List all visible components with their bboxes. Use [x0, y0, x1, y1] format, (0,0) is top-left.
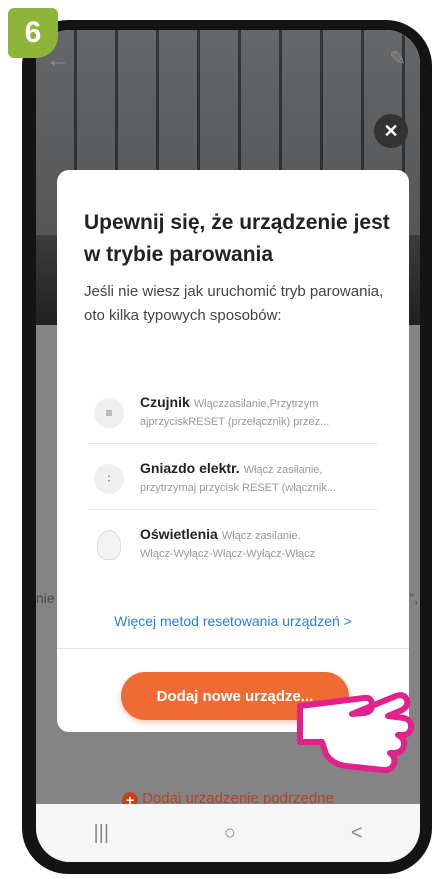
sensor-icon: ≡	[94, 398, 124, 428]
recent-apps-icon[interactable]: |||	[93, 822, 109, 845]
close-icon[interactable]: ✕	[374, 114, 408, 148]
method-name: Gniazdo elektr.	[140, 460, 240, 476]
divider	[57, 648, 409, 649]
dialog-title: Upewnij się, że urządzenie jest w trybie…	[84, 211, 390, 266]
method-desc: Włącz zasilanie,	[243, 464, 323, 476]
method-item-lighting[interactable]: Oświetlenia Włącz zasilanie. Włącz-Wyłącz…	[88, 520, 378, 576]
method-name: Czujnik	[140, 394, 190, 410]
pairing-mode-dialog: Upewnij się, że urządzenie jest w trybie…	[57, 170, 409, 732]
pointing-hand-icon	[297, 692, 415, 774]
method-line-1: Czujnik Włączzasilanie,Przytrzym	[140, 394, 378, 413]
method-desc: Włączzasilanie,Przytrzym	[193, 398, 319, 410]
home-icon[interactable]: ○	[224, 822, 236, 845]
method-desc-2: ajprzyciskRESET (przełącznik) przez...	[140, 416, 330, 428]
method-line-1: Gniazdo elektr. Włącz zasilanie,	[140, 460, 378, 479]
light-bulb-icon	[97, 530, 121, 560]
method-line-1: Oświetlenia Włącz zasilanie.	[140, 526, 378, 545]
more-reset-methods-link[interactable]: Więcej metod resetowania urządzeń >	[57, 613, 409, 629]
method-item-sensor[interactable]: ≡ Czujnik Włączzasilanie,Przytrzym ajprzy…	[88, 388, 378, 444]
step-number-badge: 6	[8, 8, 58, 58]
method-item-socket[interactable]: ∶ Gniazdo elektr. Włącz zasilanie, przytr…	[88, 454, 378, 510]
back-icon[interactable]: <	[351, 822, 363, 845]
method-desc-2: przytrzymaj przycisk RESET (włącznik...	[140, 482, 336, 494]
method-desc-2: Włącz-Wyłącz-Włącz-Wyłącz-Włącz	[140, 548, 316, 560]
method-name: Oświetlenia	[140, 526, 218, 542]
socket-icon: ∶	[94, 464, 124, 494]
method-desc: Włącz zasilanie.	[221, 530, 301, 542]
dialog-subtitle: Jeśli nie wiesz jak uruchomić tryb parow…	[84, 283, 384, 324]
android-nav-bar: ||| ○ <	[36, 804, 420, 862]
